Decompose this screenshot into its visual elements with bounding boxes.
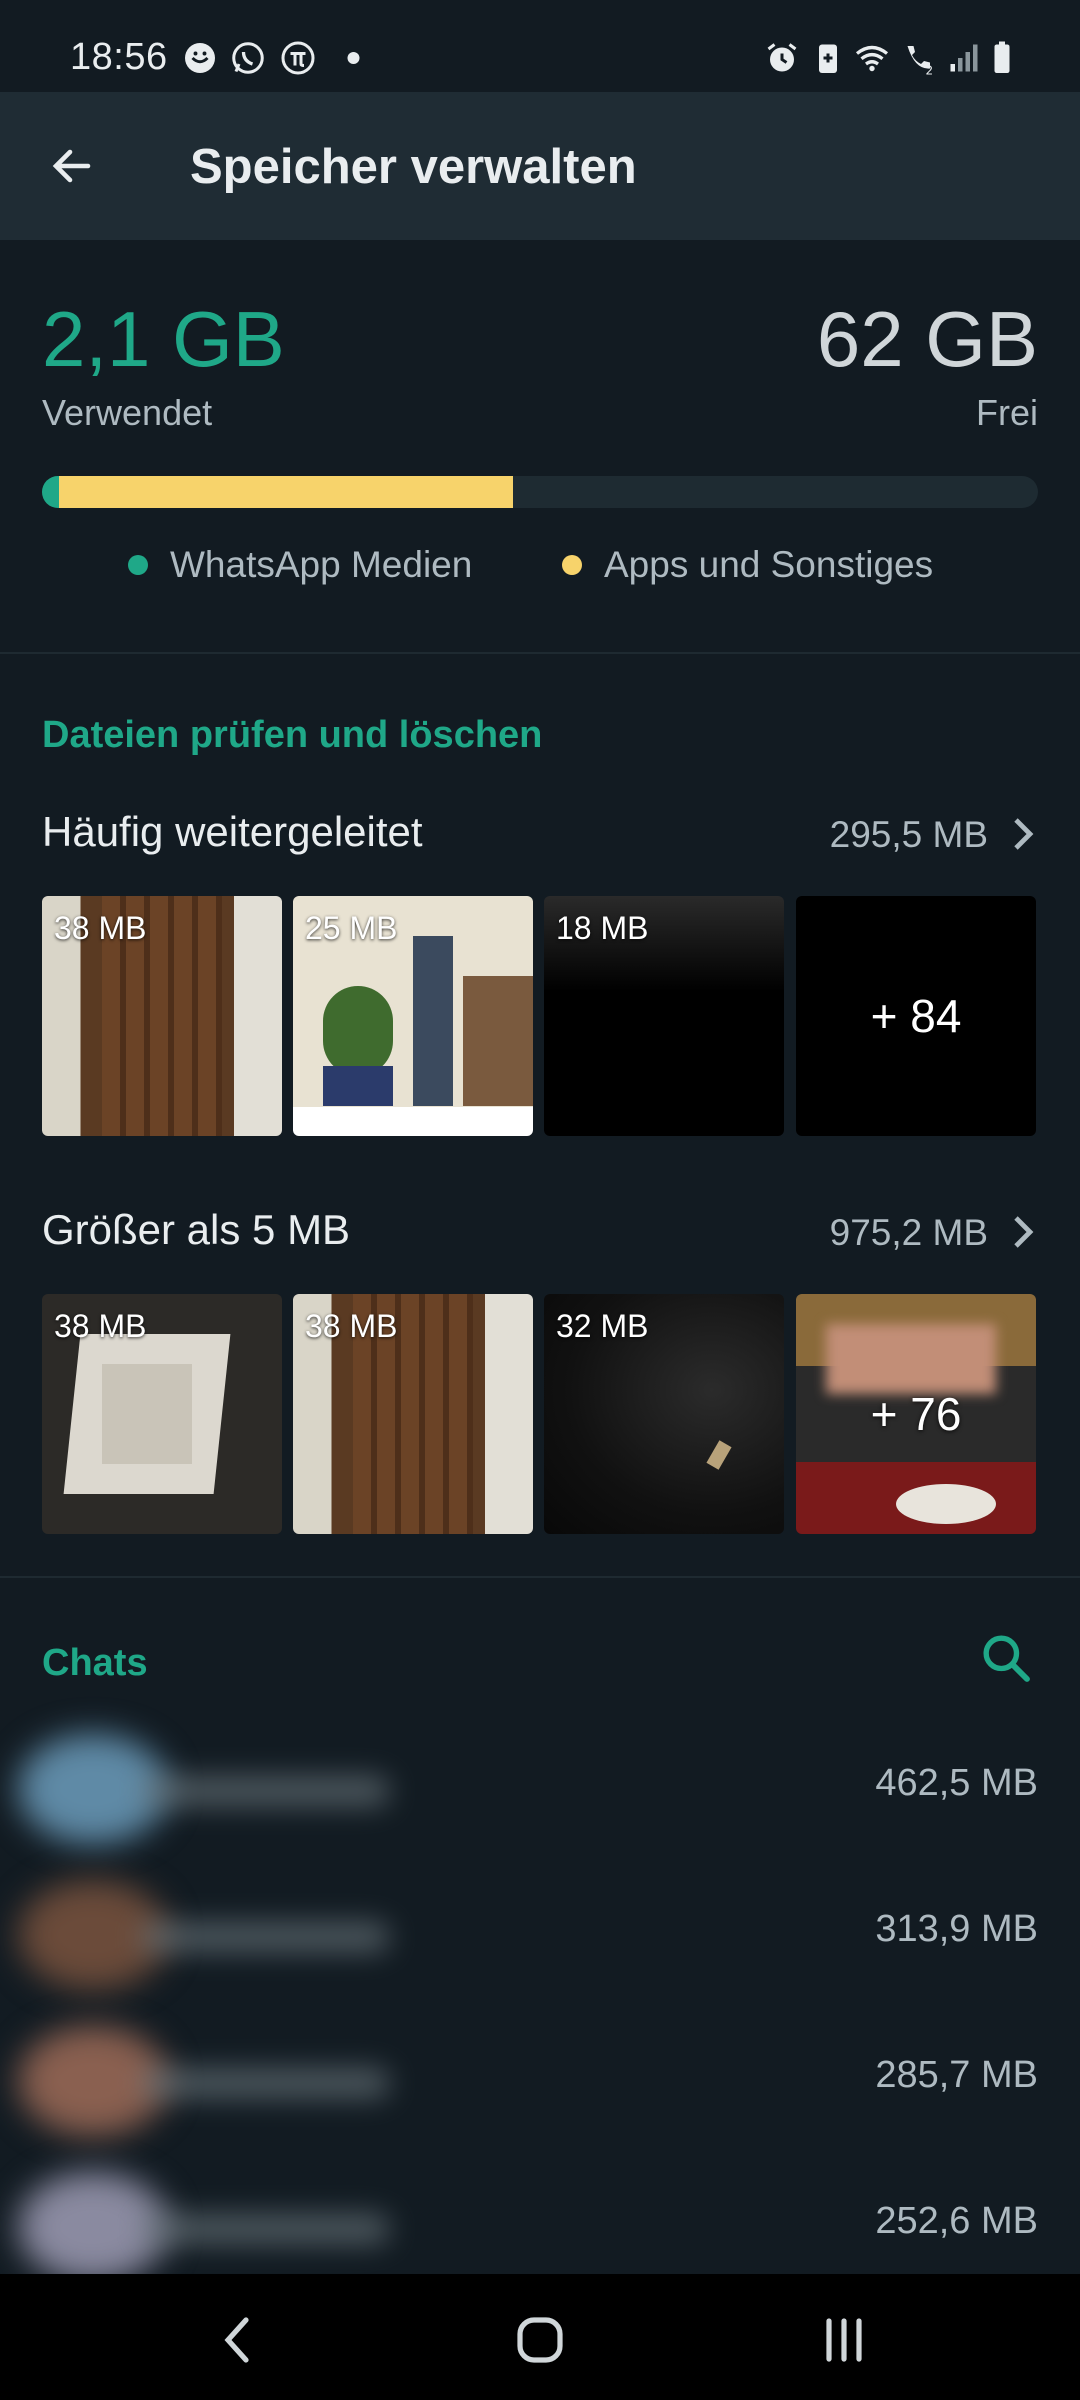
large-thumb-more[interactable]: + 76 <box>796 1294 1036 1534</box>
nav-back-button[interactable] <box>178 2300 298 2380</box>
chevron-right-icon[interactable] <box>1008 1212 1038 1252</box>
nav-back-icon <box>224 2317 249 2363</box>
large-thumb-2[interactable]: 38 MB <box>293 1294 533 1534</box>
thumb-size-label: 25 MB <box>305 910 398 946</box>
forwarded-thumb-3[interactable]: 18 MB <box>544 896 784 1136</box>
thumb-size-label: 38 MB <box>305 1308 398 1344</box>
free-storage-label: Frei <box>976 392 1038 433</box>
status-time: 18:56 <box>70 36 168 78</box>
chat-name <box>140 2214 390 2244</box>
signal-icon <box>950 44 978 72</box>
chat-size: 313,9 MB <box>875 1908 1038 1950</box>
alarm-icon <box>767 43 797 72</box>
divider <box>0 652 1080 654</box>
storage-bar-apps <box>59 476 513 508</box>
chat-size: 462,5 MB <box>875 1762 1038 1804</box>
forwarded-row-title[interactable]: Häufig weitergeleitet <box>42 808 423 856</box>
free-storage-value: 62 GB <box>816 295 1038 383</box>
used-storage-value: 2,1 GB <box>42 295 285 383</box>
thumb-size-label: 38 MB <box>54 1308 147 1344</box>
chat-row[interactable]: 462,5 MB <box>0 1714 1080 1860</box>
thumb-size-label: 18 MB <box>556 910 649 946</box>
more-count: + 76 <box>870 1388 962 1440</box>
nav-recents-button[interactable] <box>784 2300 904 2380</box>
svg-text:2: 2 <box>926 64 934 77</box>
nav-recents-icon <box>826 2318 862 2362</box>
chat-name <box>140 1776 390 1806</box>
chat-row[interactable]: 285,7 MB <box>0 2006 1080 2152</box>
storage-bar-whatsapp <box>42 476 59 508</box>
large-thumb-3[interactable]: 32 MB <box>544 1294 784 1534</box>
forwarded-thumb-more[interactable]: + 84 <box>796 896 1036 1136</box>
back-button[interactable] <box>36 114 108 218</box>
page-title: Speicher verwalten <box>190 140 637 194</box>
divider <box>0 1576 1080 1578</box>
legend-dot-whatsapp <box>128 555 148 575</box>
smiley-icon <box>185 43 215 73</box>
chat-name <box>140 1922 390 1952</box>
large-files-row-title[interactable]: Größer als 5 MB <box>42 1206 350 1254</box>
chat-size: 285,7 MB <box>875 2054 1038 2096</box>
nav-home-button[interactable] <box>480 2300 600 2380</box>
review-section-title: Dateien prüfen und löschen <box>42 714 543 756</box>
large-thumb-1[interactable]: 38 MB <box>42 1294 282 1534</box>
large-files-row-size: 975,2 MB <box>829 1212 988 1253</box>
storage-bar <box>42 476 1038 508</box>
chat-row[interactable]: 313,9 MB <box>0 1860 1080 2006</box>
chat-name <box>140 2068 390 2098</box>
wifi-calling-icon: 2 <box>907 46 934 77</box>
legend-dot-apps <box>562 555 582 575</box>
legend-label-apps: Apps und Sonstiges <box>604 544 934 585</box>
dot-icon <box>347 52 360 64</box>
thumb-size-label: 38 MB <box>54 910 147 946</box>
forwarded-thumb-1[interactable]: 38 MB <box>42 896 282 1136</box>
battery-icon <box>994 41 1010 73</box>
back-arrow-icon <box>52 149 91 183</box>
wifi-icon <box>855 45 889 72</box>
search-icon[interactable] <box>978 1630 1034 1686</box>
thumb-size-label: 32 MB <box>556 1308 649 1344</box>
pi-icon <box>281 41 315 75</box>
battery-saver-icon <box>819 44 837 73</box>
chat-size: 252,6 MB <box>875 2200 1038 2242</box>
chats-section-title: Chats <box>42 1642 148 1684</box>
nav-home-icon <box>517 2317 563 2363</box>
chevron-right-icon[interactable] <box>1008 814 1038 854</box>
used-storage-label: Verwendet <box>42 392 213 433</box>
legend-apps-other: Apps und Sonstiges <box>562 544 933 586</box>
more-count: + 84 <box>870 990 962 1042</box>
whatsapp-icon <box>232 42 264 74</box>
forwarded-thumb-2[interactable]: 25 MB <box>293 896 533 1136</box>
legend-whatsapp-media: WhatsApp Medien <box>128 544 472 586</box>
legend-label-whatsapp: WhatsApp Medien <box>170 544 473 585</box>
forwarded-row-size: 295,5 MB <box>829 814 988 855</box>
